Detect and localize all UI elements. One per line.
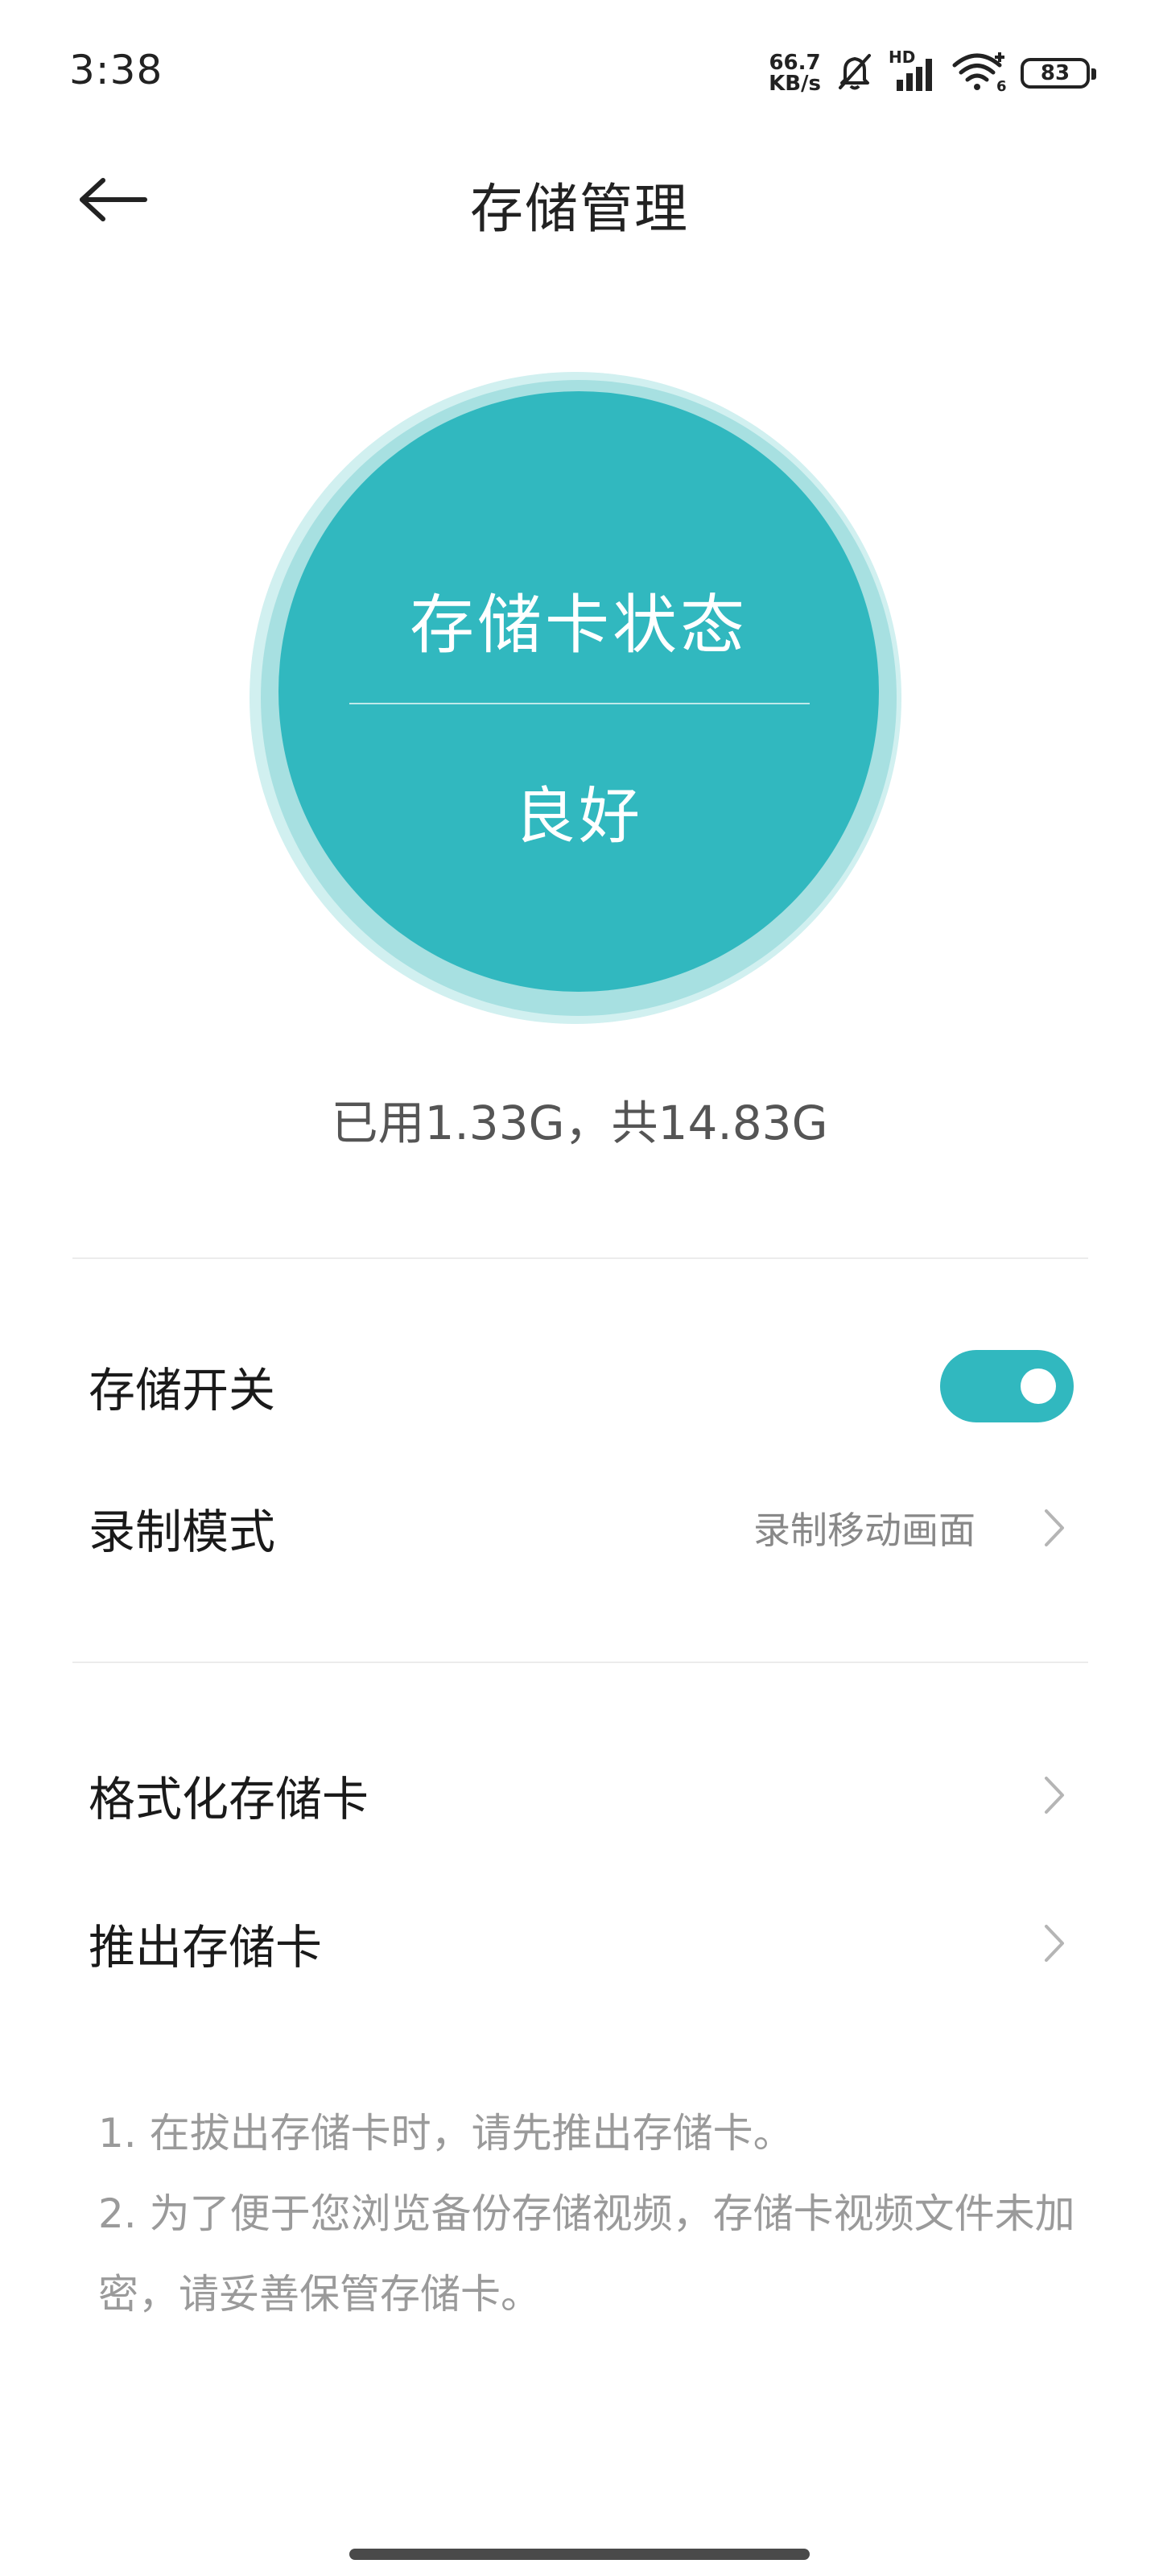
mute-bell-icon bbox=[834, 51, 876, 96]
storage-status-value: 良好 bbox=[514, 780, 643, 852]
page-title: 存储管理 bbox=[470, 178, 689, 240]
storage-status-circle: 存储卡状态 良好 bbox=[250, 372, 909, 1032]
section-divider bbox=[72, 1662, 1088, 1663]
circle-divider bbox=[349, 703, 810, 704]
header: 存储管理 bbox=[0, 145, 1159, 258]
chevron-right-icon bbox=[1030, 1919, 1079, 1967]
storage-switch-row: 存储开关 bbox=[0, 1322, 1159, 1451]
note-item: 1. 在拔出存储卡时，请先推出存储卡。 bbox=[98, 2110, 794, 2157]
svg-text:6: 6 bbox=[996, 78, 1007, 93]
battery-icon: 83 bbox=[1021, 58, 1096, 89]
circle-core bbox=[278, 391, 879, 992]
wifi-icon: 6 bbox=[951, 51, 1008, 96]
network-speed-value: 66.7 bbox=[769, 51, 821, 75]
section-divider bbox=[72, 1257, 1088, 1259]
format-card-label: 格式化存储卡 bbox=[89, 1772, 369, 1827]
status-bar: 3:38 66.7 KB/s HD 6 83 bbox=[0, 0, 1159, 145]
network-speed: 66.7 KB/s bbox=[769, 52, 821, 94]
status-time: 3:38 bbox=[69, 47, 163, 93]
eject-card-row[interactable]: 推出存储卡 bbox=[0, 1879, 1159, 2008]
eject-card-label: 推出存储卡 bbox=[89, 1920, 323, 1975]
storage-switch-label: 存储开关 bbox=[89, 1363, 276, 1418]
network-speed-unit: KB/s bbox=[769, 72, 821, 96]
note-item: 2. 为了便于您浏览备份存储视频，存储卡视频文件未加密，请妥善保管存储卡。 bbox=[98, 2190, 1075, 2318]
storage-switch-toggle[interactable] bbox=[940, 1350, 1074, 1422]
record-mode-row[interactable]: 录制模式 录制移动画面 bbox=[0, 1463, 1159, 1592]
format-card-row[interactable]: 格式化存储卡 bbox=[0, 1731, 1159, 1860]
home-indicator[interactable] bbox=[349, 2549, 810, 2560]
signal-hd-label: HD bbox=[889, 47, 916, 67]
chevron-right-icon bbox=[1030, 1504, 1079, 1552]
chevron-right-icon bbox=[1030, 1771, 1079, 1819]
record-mode-value: 录制移动画面 bbox=[753, 1509, 975, 1552]
cellular-signal-icon: HD bbox=[889, 47, 938, 94]
storage-usage-text: 已用1.33G，共14.83G bbox=[331, 1096, 828, 1150]
toggle-knob bbox=[1021, 1368, 1056, 1404]
storage-status-title: 存储卡状态 bbox=[410, 588, 748, 663]
storage-notes: 1. 在拔出存储卡时，请先推出存储卡。 2. 为了便于您浏览备份存储视频，存储卡… bbox=[98, 2093, 1080, 2334]
battery-level: 83 bbox=[1040, 61, 1070, 85]
record-mode-label: 录制模式 bbox=[89, 1505, 276, 1559]
status-icons: 66.7 KB/s HD 6 83 bbox=[769, 45, 1096, 101]
